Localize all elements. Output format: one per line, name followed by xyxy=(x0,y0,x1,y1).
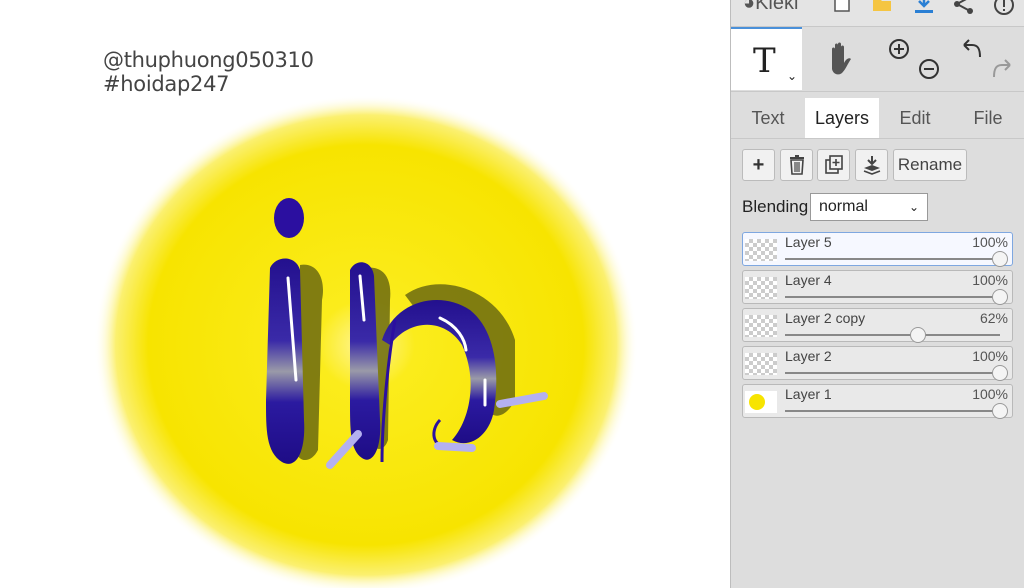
layer-name: Layer 1 xyxy=(785,386,832,402)
rename-layer-button[interactable]: Rename xyxy=(893,149,967,181)
folder-icon[interactable] xyxy=(869,0,895,20)
app-logo[interactable]: ◕Kleki xyxy=(743,0,798,15)
letter-i-dot xyxy=(274,198,304,238)
top-toolbar: ◕Kleki xyxy=(731,0,1024,27)
hand-tool-button[interactable] xyxy=(804,27,875,90)
signature-hashtag: #hoidap247 xyxy=(103,72,230,96)
tab-edit[interactable]: Edit xyxy=(881,98,949,138)
duplicate-icon xyxy=(824,155,843,174)
tab-layers[interactable]: Layers xyxy=(805,98,879,138)
delete-layer-button[interactable] xyxy=(780,149,813,181)
share-icon[interactable] xyxy=(951,0,977,20)
duplicate-layer-button[interactable] xyxy=(817,149,850,181)
text-tool-icon: T xyxy=(753,41,776,81)
opacity-slider-handle[interactable] xyxy=(910,327,927,343)
layer-opacity: 100% xyxy=(972,234,1008,250)
layer-name: Layer 4 xyxy=(785,272,832,288)
tool-row: T ⌄ xyxy=(731,27,1024,92)
blending-select[interactable]: normal ⌄ xyxy=(810,193,928,221)
layer-opacity: 100% xyxy=(972,348,1008,364)
layer-name: Layer 5 xyxy=(785,234,832,250)
chevron-down-icon: ⌄ xyxy=(908,200,919,214)
drawing-canvas[interactable]: @thuphuong050310 #hoidap247 xyxy=(0,0,730,588)
opacity-track[interactable] xyxy=(785,334,1000,336)
layer-opacity: 62% xyxy=(979,310,1008,326)
merge-down-icon xyxy=(863,156,880,175)
opacity-slider-handle[interactable] xyxy=(992,365,1008,381)
chevron-down-icon[interactable]: ⌄ xyxy=(787,69,797,83)
opacity-track[interactable] xyxy=(785,296,1000,298)
panel-tabs: Text Layers Edit File xyxy=(731,98,1024,138)
tab-text[interactable]: Text xyxy=(735,98,801,138)
layer-thumbnail xyxy=(745,277,777,299)
layer-thumbnail xyxy=(745,239,777,261)
signature-handle: @thuphuong050310 xyxy=(103,48,314,72)
trash-icon xyxy=(789,155,804,175)
tab-file[interactable]: File xyxy=(953,98,1023,138)
tab-divider xyxy=(731,138,1024,139)
merge-down-button[interactable] xyxy=(855,149,888,181)
download-icon[interactable] xyxy=(911,0,937,20)
blending-value: normal xyxy=(819,198,868,215)
new-image-icon[interactable] xyxy=(829,0,855,20)
layer-name: Layer 2 xyxy=(785,348,832,364)
letter-i xyxy=(266,258,305,464)
opacity-slider-handle[interactable] xyxy=(992,251,1008,267)
redo-icon[interactable] xyxy=(990,57,1014,81)
layer-thumbnail xyxy=(745,391,777,413)
layer-item[interactable]: Layer 2 copy 62% xyxy=(742,308,1013,343)
opacity-track[interactable] xyxy=(785,258,1000,260)
zoom-in-icon[interactable] xyxy=(887,37,911,61)
add-layer-button[interactable]: + xyxy=(742,149,775,181)
layer-opacity: 100% xyxy=(972,272,1008,288)
hand-icon xyxy=(831,42,851,75)
layer-item[interactable]: Layer 2 100% xyxy=(742,346,1013,381)
help-icon[interactable] xyxy=(991,0,1017,20)
layer-name: Layer 2 copy xyxy=(785,310,866,326)
layer-item[interactable]: Layer 1 100% xyxy=(742,384,1013,419)
layer-thumbnail xyxy=(745,353,777,375)
layer-item[interactable]: Layer 4 100% xyxy=(742,270,1013,305)
plus-icon: + xyxy=(752,154,765,176)
zoom-out-icon[interactable] xyxy=(917,57,941,81)
undo-icon[interactable] xyxy=(960,37,984,61)
opacity-slider-handle[interactable] xyxy=(992,403,1008,419)
zoom-tools xyxy=(877,27,948,90)
history-tools xyxy=(950,27,1021,90)
text-tool-button[interactable]: T ⌄ xyxy=(731,27,802,90)
blending-label: Blending xyxy=(742,197,809,216)
layer-thumbnail xyxy=(745,315,777,337)
opacity-track[interactable] xyxy=(785,410,1000,412)
side-panel: ◕Kleki T ⌄ Text Layers Edit File + Renam… xyxy=(730,0,1024,588)
opacity-slider-handle[interactable] xyxy=(992,289,1008,305)
layer-opacity: 100% xyxy=(972,386,1008,402)
opacity-track[interactable] xyxy=(785,372,1000,374)
layer-item[interactable]: Layer 5 100% xyxy=(742,232,1013,267)
